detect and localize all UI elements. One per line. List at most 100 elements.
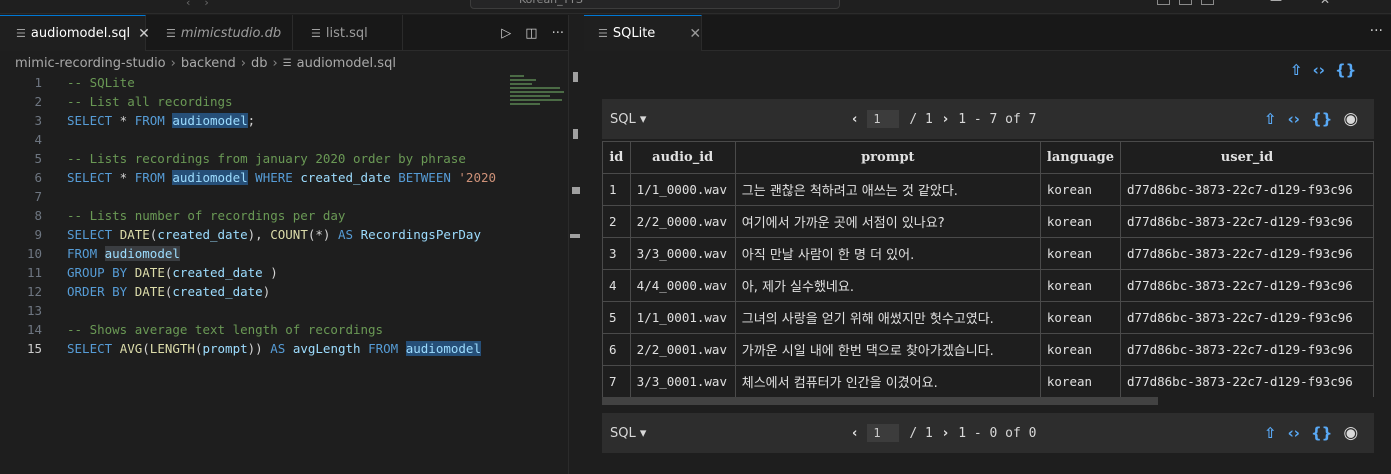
minimize-icon[interactable]: — — [1270, 0, 1282, 7]
cell[interactable]: korean — [1039, 333, 1122, 366]
cell[interactable]: d77d86bc-3873-22c7-d129-f93c96 — [1120, 173, 1374, 206]
cell[interactable]: 그녀의 사랑을 얻기 위해 애썼지만 헛수고였다. — [734, 301, 1041, 334]
table-row[interactable]: 3 3/3_0000.wav 아직 만날 사람이 한 명 더 있어. korean d7… — [602, 237, 1374, 270]
close-icon[interactable]: ✕ — [689, 26, 701, 42]
cell[interactable]: 3/3_0001.wav — [629, 365, 736, 397]
tab-sqlite-results[interactable]: ☰ SQLite ✕ — [584, 15, 702, 51]
layout-icon[interactable] — [1201, 0, 1214, 5]
breadcrumb-item[interactable]: backend — [181, 56, 236, 71]
cell[interactable]: d77d86bc-3873-22c7-d129-f93c96 — [1120, 237, 1374, 270]
table-row[interactable]: 1 1/1_0000.wav 그는 괜찮은 척하려고 애쓰는 것 같았다. korea… — [602, 173, 1374, 206]
cell[interactable]: korean — [1039, 173, 1122, 206]
cell[interactable]: korean — [1039, 237, 1122, 270]
code-icon[interactable]: ‹› — [1288, 424, 1300, 442]
cell[interactable]: 체스에서 컴퓨터가 인간을 이겼어요. — [734, 365, 1041, 397]
table-row[interactable]: 7 3/3_0001.wav 체스에서 컴퓨터가 인간을 이겼어요. korean d7… — [602, 365, 1374, 397]
cell[interactable]: 2/2_0000.wav — [629, 205, 736, 238]
line-number: 12 — [26, 284, 42, 299]
braces-icon[interactable]: {} — [1311, 110, 1332, 128]
results-table-container[interactable]: id audio_id prompt language user_id 1 1/1… — [602, 141, 1374, 397]
eye-icon[interactable]: ◉ — [1343, 423, 1358, 443]
table-row[interactable]: 2 2/2_0000.wav 여기에서 가까운 곳에 서점이 있나요? korean d… — [602, 205, 1374, 238]
column-header[interactable]: user_id — [1120, 141, 1374, 174]
layout-icon[interactable] — [1179, 0, 1192, 5]
cell[interactable]: 아, 제가 실수했네요. — [734, 269, 1041, 302]
cell[interactable]: 2 — [602, 205, 631, 238]
close-window-icon[interactable]: ✕ — [1320, 0, 1330, 7]
cell[interactable]: korean — [1039, 269, 1122, 302]
cell[interactable]: 여기에서 가까운 곳에 서점이 있나요? — [734, 205, 1041, 238]
grid-actions: ⇧ ‹› {} ◉ — [1264, 423, 1358, 443]
cell[interactable]: 1/1_0000.wav — [629, 173, 736, 206]
export-icon[interactable]: ⇧ — [1264, 110, 1277, 128]
cell[interactable]: d77d86bc-3873-22c7-d129-f93c96 — [1120, 365, 1374, 397]
cell[interactable]: 3/3_0000.wav — [629, 237, 736, 270]
run-query-icon[interactable]: ▷ — [501, 26, 511, 41]
command-center-search[interactable]: Korean_TTS — [470, 0, 840, 9]
column-header[interactable]: audio_id — [629, 141, 736, 174]
code-icon[interactable]: ‹› — [1313, 61, 1325, 79]
identifier: created_date — [157, 227, 248, 242]
keyword: GROUP BY — [67, 265, 128, 280]
more-actions-icon[interactable]: ··· — [1370, 23, 1383, 39]
cell[interactable]: 아직 만날 사람이 한 명 더 있어. — [734, 237, 1041, 270]
horizontal-scrollbar[interactable] — [602, 397, 1158, 405]
cell[interactable]: 1/1_0001.wav — [629, 301, 736, 334]
table-row[interactable]: 5 1/1_0001.wav 그녀의 사랑을 얻기 위해 애썼지만 헛수고였다. ko… — [602, 301, 1374, 334]
table-row[interactable]: 4 4/4_0000.wav 아, 제가 실수했네요. korean d77d86bc-… — [602, 269, 1374, 302]
export-icon[interactable]: ⇧ — [1264, 424, 1277, 442]
braces-icon[interactable]: {} — [1311, 424, 1332, 442]
cell[interactable]: 1 — [602, 173, 631, 206]
layout-icon[interactable] — [1157, 0, 1170, 5]
overview-ruler[interactable] — [570, 58, 580, 458]
breadcrumb-item[interactable]: audiomodel.sql — [297, 56, 396, 71]
function: AVG — [119, 341, 143, 356]
cell[interactable]: korean — [1039, 301, 1122, 334]
cell[interactable]: korean — [1039, 205, 1122, 238]
layout-controls[interactable] — [1157, 0, 1214, 5]
breadcrumb-item[interactable]: mimic-recording-studio — [15, 56, 166, 71]
cell[interactable]: 2/2_0001.wav — [629, 333, 736, 366]
code-editor[interactable]: 1 -- SQLite 2 -- List all recordings 3 SELE… — [0, 73, 505, 358]
export-icon[interactable]: ⇧ — [1290, 61, 1303, 79]
cell[interactable]: 7 — [602, 365, 631, 397]
sql-dropdown[interactable]: SQL ▾ — [610, 112, 646, 127]
cell[interactable]: 6 — [602, 333, 631, 366]
tab-mimicstudio-db[interactable]: ☰ mimicstudio.db — [146, 15, 293, 51]
chevron-left-icon[interactable]: ‹ — [852, 112, 857, 127]
cell[interactable]: 4 — [602, 269, 631, 302]
braces-icon[interactable]: {} — [1335, 61, 1356, 79]
tab-audiomodel-sql[interactable]: ☰ audiomodel.sql ✕ — [0, 15, 150, 51]
cell[interactable]: 3 — [602, 237, 631, 270]
tab-list-sql[interactable]: ☰ list.sql — [293, 15, 403, 51]
history-nav-arrows[interactable]: ‹› — [186, 0, 223, 9]
cell[interactable]: 그는 괜찮은 척하려고 애쓰는 것 같았다. — [734, 173, 1041, 206]
page-number-input[interactable] — [867, 110, 900, 128]
cell[interactable]: d77d86bc-3873-22c7-d129-f93c96 — [1120, 269, 1374, 302]
cell[interactable]: korean — [1039, 365, 1122, 397]
cell[interactable]: 가까운 시일 내에 한번 댁으로 찾아가겠습니다. — [734, 333, 1041, 366]
column-header[interactable]: id — [602, 141, 631, 174]
code-line: 11 GROUP BY DATE(created_date ) — [0, 263, 505, 282]
page-number-input[interactable] — [867, 424, 900, 442]
chevron-right-icon[interactable]: › — [943, 426, 948, 441]
sql-dropdown[interactable]: SQL ▾ — [610, 426, 646, 441]
more-actions-icon[interactable]: ··· — [552, 26, 564, 41]
chevron-left-icon[interactable]: ‹ — [852, 426, 857, 441]
window-controls[interactable]: — ✕ — [1270, 0, 1330, 7]
column-header[interactable]: prompt — [734, 141, 1041, 174]
cell[interactable]: 4/4_0000.wav — [629, 269, 736, 302]
eye-icon[interactable]: ◉ — [1343, 109, 1358, 129]
chevron-right-icon[interactable]: › — [943, 112, 948, 127]
table-row[interactable]: 6 2/2_0001.wav 가까운 시일 내에 한번 댁으로 찾아가겠습니다. ko… — [602, 333, 1374, 366]
column-header[interactable]: language — [1039, 141, 1122, 174]
result-toolbar-2: SQL ▾ ‹ / 1 › 1 - 0 of 0 ⇧ ‹› {} ◉ — [602, 413, 1374, 453]
cell[interactable]: d77d86bc-3873-22c7-d129-f93c96 — [1120, 205, 1374, 238]
cell[interactable]: 5 — [602, 301, 631, 334]
code-icon[interactable]: ‹› — [1288, 110, 1300, 128]
split-editor-icon[interactable]: ◫ — [525, 26, 537, 41]
breadcrumb-item[interactable]: db — [251, 56, 268, 71]
cell[interactable]: d77d86bc-3873-22c7-d129-f93c96 — [1120, 301, 1374, 334]
minimap[interactable] — [506, 73, 566, 118]
cell[interactable]: d77d86bc-3873-22c7-d129-f93c96 — [1120, 333, 1374, 366]
